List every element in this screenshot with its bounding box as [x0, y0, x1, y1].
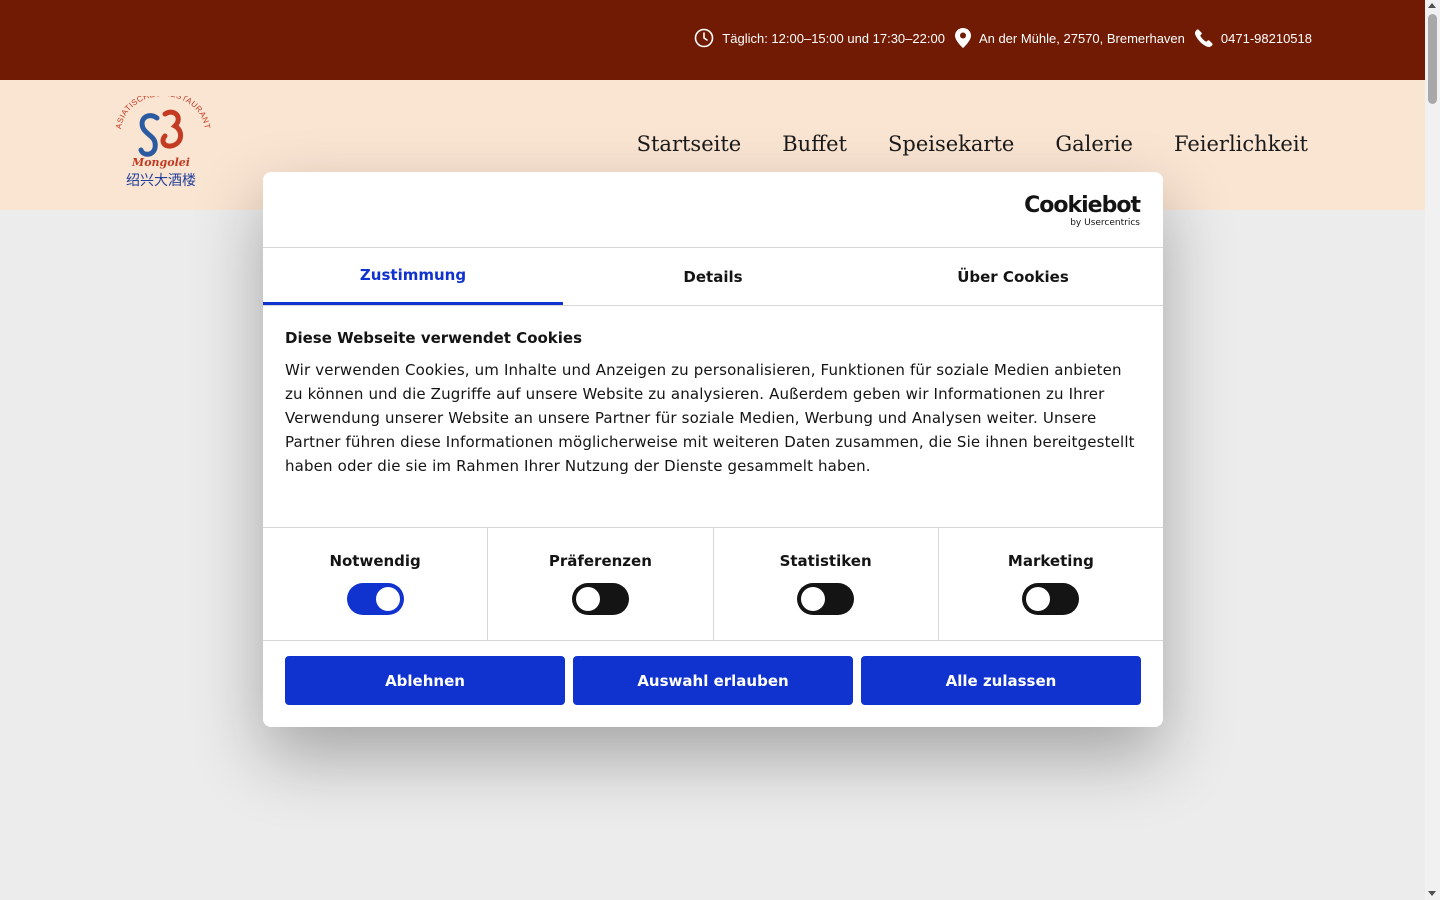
toggle-praeferenzen: Präferenzen: [488, 528, 714, 640]
phone[interactable]: 0471-98210518: [1194, 29, 1312, 47]
consent-toggles: Notwendig Präferenzen Statistiken Market…: [263, 528, 1163, 641]
main-nav: Startseite Buffet Speisekarte Galerie Fe…: [596, 132, 1308, 156]
dialog-actions: Ablehnen Auswahl erlauben Alle zulassen: [263, 641, 1163, 720]
dialog-description: Wir verwenden Cookies, um Inhalte und An…: [285, 361, 1135, 475]
switch-knob: [375, 587, 400, 611]
logo-chinese: 绍兴大酒楼: [126, 173, 196, 189]
nav-item-galerie[interactable]: Galerie: [1055, 132, 1133, 156]
clock-icon: [694, 28, 714, 48]
statistiken-switch[interactable]: [797, 583, 855, 615]
decline-button[interactable]: Ablehnen: [285, 656, 565, 705]
marketing-switch[interactable]: [1022, 583, 1080, 615]
allow-all-button[interactable]: Alle zulassen: [861, 656, 1141, 705]
cookiebot-brand: Cookiebot: [1024, 193, 1141, 218]
opening-hours-text: Täglich: 12:00–15:00 und 17:30–22:00: [722, 30, 945, 46]
switch-knob: [801, 587, 826, 611]
cookie-consent-dialog: Cookiebot by Usercentrics Zustimmung Det…: [263, 172, 1163, 727]
praeferenzen-switch[interactable]: [571, 583, 629, 615]
page-scrollbar[interactable]: [1425, 0, 1440, 900]
phone-text[interactable]: 0471-98210518: [1221, 31, 1312, 46]
toggle-notwendig: Notwendig: [263, 528, 489, 640]
scroll-up-arrow-icon[interactable]: [1428, 3, 1436, 8]
cookiebot-logo[interactable]: Cookiebot by Usercentrics: [1024, 193, 1141, 229]
switch-knob: [1026, 587, 1051, 611]
nav-item-startseite[interactable]: Startseite: [637, 132, 742, 156]
address-text[interactable]: An der Mühle, 27570, Bremerhaven: [979, 31, 1185, 46]
switch-knob: [575, 587, 600, 611]
toggle-label: Marketing: [1007, 552, 1094, 570]
cookiebot-brand-sub: by Usercentrics: [1070, 218, 1140, 228]
nav-item-feierlichkeit[interactable]: Feierlichkeit: [1174, 132, 1308, 156]
toggle-statistiken: Statistiken: [714, 528, 939, 640]
dialog-header: Cookiebot by Usercentrics: [263, 172, 1163, 248]
contact-info: Täglich: 12:00–15:00 und 17:30–22:00 An …: [684, 27, 1312, 49]
restaurant-logo[interactable]: ASIATISCHES RESTAURANT Mongolei 绍兴大酒楼: [113, 96, 213, 192]
dialog-body: Diese Webseite verwendet Cookies Wir ver…: [263, 306, 1163, 528]
phone-icon: [1194, 29, 1213, 47]
toggle-label: Präferenzen: [548, 552, 652, 570]
dialog-title: Diese Webseite verwendet Cookies: [285, 329, 583, 347]
top-info-bar: Täglich: 12:00–15:00 und 17:30–22:00 An …: [0, 0, 1425, 80]
scrollbar-thumb[interactable]: [1428, 14, 1437, 104]
logo-name: Mongolei: [131, 156, 190, 169]
tab-details[interactable]: Details: [563, 248, 863, 305]
notwendig-switch[interactable]: [346, 583, 404, 615]
toggle-marketing: Marketing: [939, 528, 1163, 640]
opening-hours: Täglich: 12:00–15:00 und 17:30–22:00: [694, 28, 945, 48]
tab-zustimmung[interactable]: Zustimmung: [263, 248, 563, 305]
address[interactable]: An der Mühle, 27570, Bremerhaven: [954, 28, 1185, 48]
nav-item-speisekarte[interactable]: Speisekarte: [888, 132, 1014, 156]
tab-ueber-cookies[interactable]: Über Cookies: [863, 248, 1163, 305]
toggle-label: Statistiken: [779, 552, 872, 570]
dialog-tabs: Zustimmung Details Über Cookies: [263, 248, 1163, 306]
scroll-down-arrow-icon[interactable]: [1428, 891, 1436, 896]
nav-item-buffet[interactable]: Buffet: [782, 132, 847, 156]
location-pin-icon: [954, 28, 971, 48]
toggle-label: Notwendig: [329, 552, 421, 570]
allow-selection-button[interactable]: Auswahl erlauben: [573, 656, 853, 705]
